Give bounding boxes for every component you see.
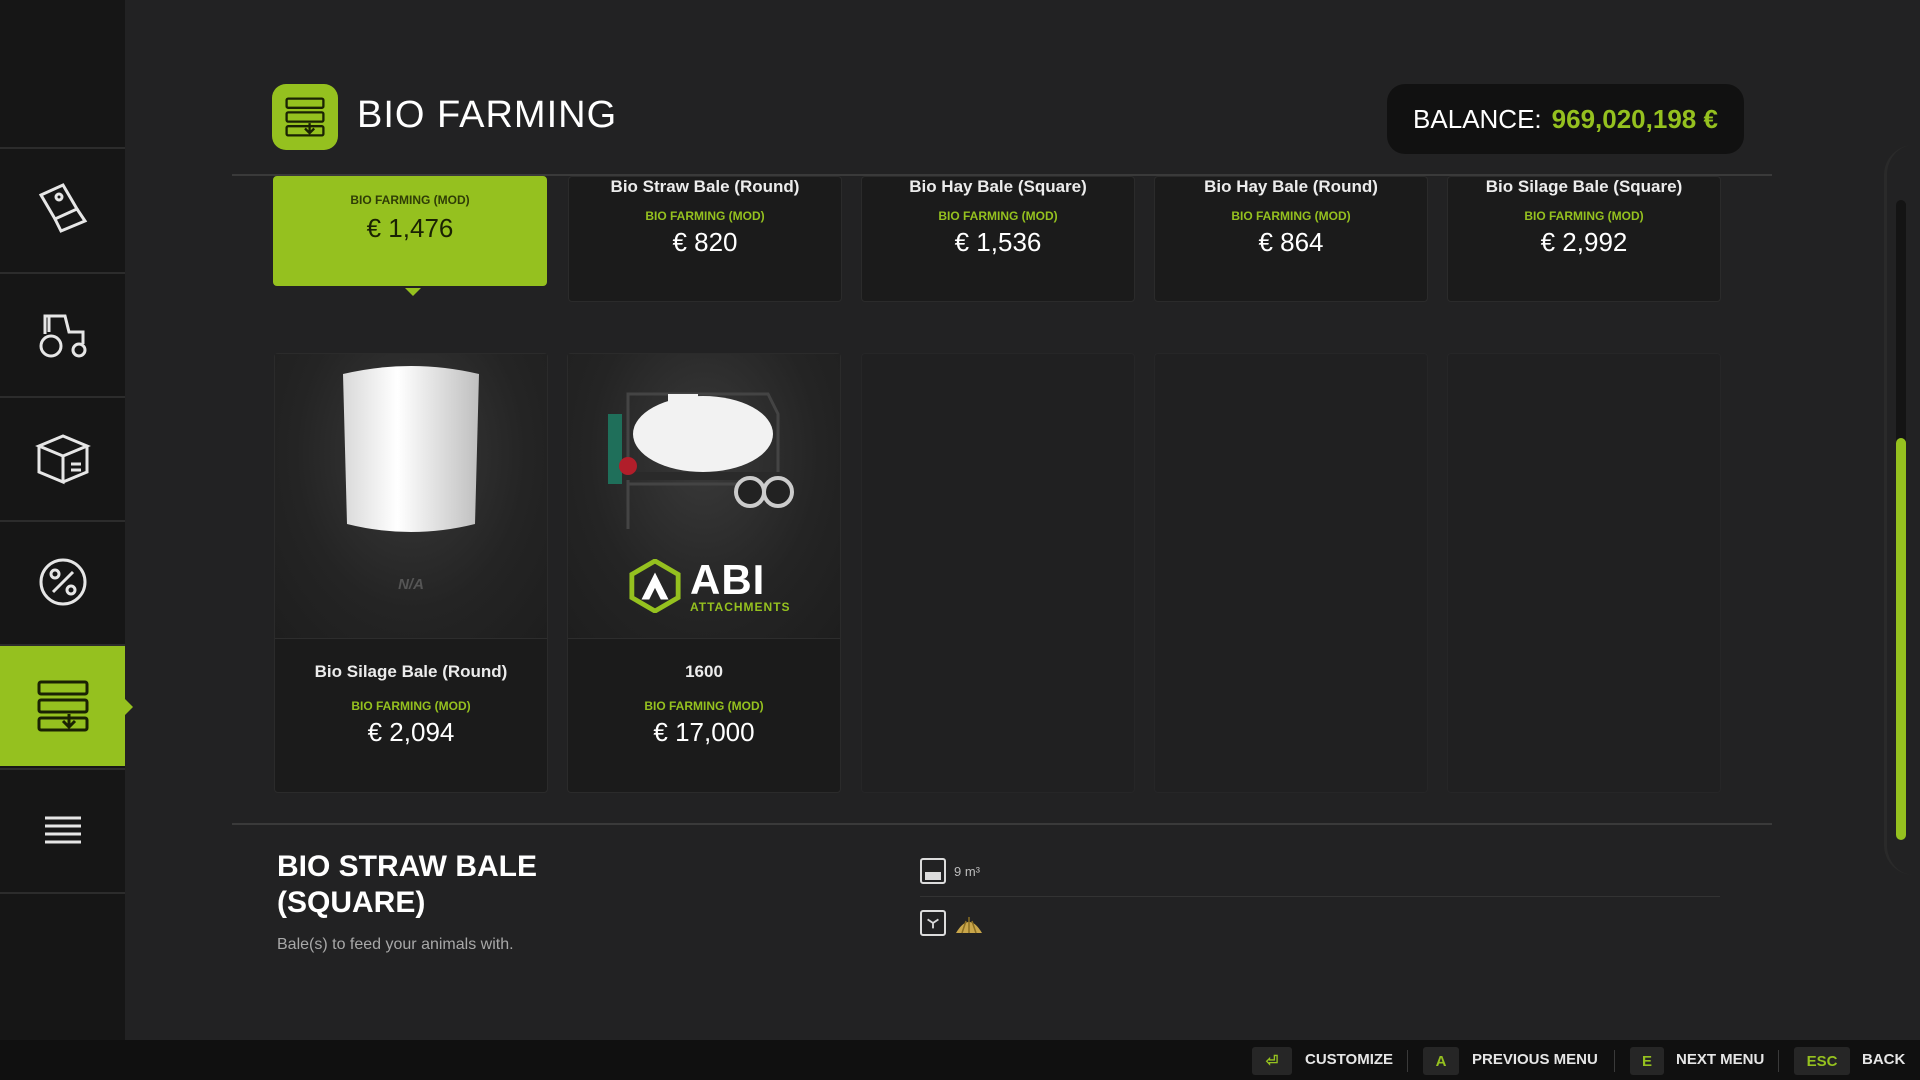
item-mod-label: BIO FARMING (MOD) — [644, 699, 764, 713]
brand-subtitle: ATTACHMENTS — [690, 600, 791, 614]
spec-fill-types — [920, 910, 984, 936]
back-button[interactable]: BACK — [1862, 1051, 1905, 1068]
item-mod-label: BIO FARMING (MOD) — [938, 209, 1058, 223]
item-image: N/A — [275, 354, 547, 639]
item-price: € 820 — [672, 227, 738, 257]
item-name: Bio Straw Bale (Round) — [610, 177, 800, 196]
customize-key-icon: ⏎ — [1252, 1047, 1292, 1075]
next-menu-button[interactable]: NEXT MENU — [1676, 1051, 1764, 1068]
shop-item-card[interactable]: Bio Hay Bale (Square) BIO FARMING (MOD) … — [861, 176, 1135, 302]
brand-placeholder: N/A — [398, 576, 424, 593]
brand-logo: ABI ATTACHMENTS — [628, 559, 791, 613]
list-icon — [44, 816, 81, 844]
sidebar-item-sales[interactable] — [0, 520, 125, 642]
esc-key-icon: ESC — [1794, 1047, 1850, 1075]
previous-menu-button[interactable]: PREVIOUS MENU — [1472, 1051, 1598, 1068]
abi-logo-icon — [629, 559, 681, 613]
detail-divider — [232, 823, 1772, 825]
percent-gear-icon — [39, 558, 86, 606]
silage-bale-image — [343, 366, 479, 532]
fill-type-icon — [920, 910, 946, 936]
sidebar-item-bio-farming[interactable] — [0, 644, 133, 766]
item-price: € 1,476 — [366, 213, 454, 243]
detail-description: Bale(s) to feed your animals with. — [277, 936, 514, 953]
shop-item-card[interactable]: Bio Straw Bale (Round) BIO FARMING (MOD)… — [568, 176, 842, 302]
customize-button[interactable]: CUSTOMIZE — [1305, 1051, 1393, 1068]
sidebar-item-vehicles[interactable] — [0, 272, 125, 394]
item-name: Bio Hay Bale (Round) — [1204, 177, 1378, 196]
sidebar-item-shop[interactable] — [0, 147, 125, 269]
spec-divider — [920, 896, 1720, 897]
tank-trailer-image — [608, 392, 794, 529]
item-price: € 17,000 — [653, 717, 755, 747]
shop-item-card[interactable]: Bio Silage Bale (Square) BIO FARMING (MO… — [1447, 176, 1721, 302]
item-price: € 1,536 — [954, 227, 1042, 257]
next-key-icon: E — [1630, 1047, 1664, 1075]
crate-icon — [34, 434, 91, 485]
balance-display: BALANCE: 969,020,198 € — [1387, 84, 1744, 154]
shop-item-card[interactable]: N/A Bio Silage Bale (Round) BIO FARMING … — [274, 353, 548, 793]
item-name: Bio Silage Bale (Square) — [1485, 177, 1683, 196]
item-name: Bio Silage Bale (Round) — [314, 662, 508, 681]
item-image: ABI ATTACHMENTS — [568, 354, 840, 639]
item-price: € 864 — [1258, 227, 1324, 257]
item-name: Bio Hay Bale (Square) — [909, 177, 1087, 196]
brand-name: ABI — [690, 556, 766, 603]
item-mod-label: BIO FARMING (MOD) — [645, 209, 765, 223]
capacity-value: 9 m³ — [954, 863, 980, 879]
sidebar-item-objects[interactable] — [0, 396, 125, 518]
shelves-icon — [37, 680, 88, 732]
straw-icon — [956, 917, 982, 934]
scrollbar-thumb[interactable] — [1896, 438, 1906, 840]
category-logo — [272, 84, 338, 150]
balance-value: 969,020,198 € — [1551, 103, 1718, 134]
item-mod-label: BIO FARMING (MOD) — [1231, 209, 1351, 223]
detail-title: BIO STRAW BALE (SQUARE) — [277, 850, 537, 919]
empty-slot — [861, 353, 1135, 793]
item-price: € 2,094 — [367, 717, 455, 747]
item-mod-label: BIO FARMING (MOD) — [351, 699, 471, 713]
empty-slot — [1154, 353, 1428, 793]
shelves-icon — [285, 97, 325, 137]
item-name: 1600 — [685, 662, 723, 681]
previous-key-icon: A — [1423, 1047, 1459, 1075]
page-title: BIO FARMING — [357, 94, 618, 136]
sidebar-divider — [0, 892, 125, 894]
balance-label: BALANCE: — [1413, 103, 1542, 134]
empty-slot — [1447, 353, 1721, 793]
shop-item-card[interactable]: BIO FARMING (MOD) € 1,476 — [273, 176, 547, 286]
shop-item-card[interactable]: Bio Hay Bale (Round) BIO FARMING (MOD) €… — [1154, 176, 1428, 302]
sidebar-item-menu[interactable] — [0, 768, 125, 890]
selection-indicator — [405, 288, 421, 296]
shop-item-card[interactable]: ABI ATTACHMENTS 1600 BIO FARMING (MOD) €… — [567, 353, 841, 793]
item-mod-label: BIO FARMING (MOD) — [1524, 209, 1644, 223]
capacity-icon — [920, 858, 946, 884]
item-price: € 2,992 — [1540, 227, 1628, 257]
spec-capacity: 9 m³ — [920, 858, 980, 884]
sidebar — [0, 0, 133, 1040]
item-mod-label: BIO FARMING (MOD) — [350, 193, 470, 207]
shop-tag-icon — [38, 183, 87, 233]
tractor-icon — [39, 314, 86, 358]
